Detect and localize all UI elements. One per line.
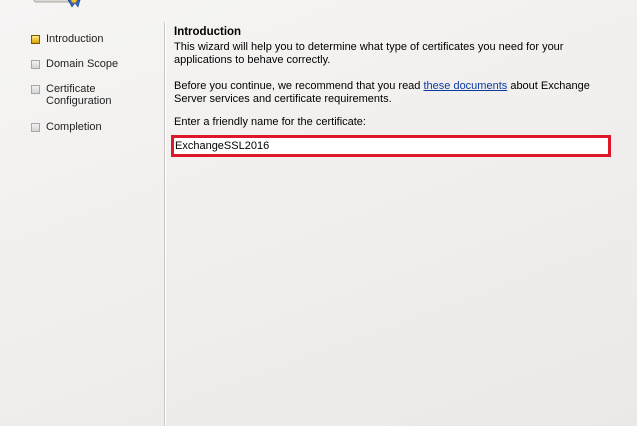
page-title: Introduction [174,26,242,38]
certificate-wizard-icon [33,0,81,8]
pending-step-icon [31,60,40,69]
current-step-icon [31,35,40,44]
step-completion[interactable]: Completion [31,121,146,133]
wizard-content: Introduction This wizard will help you t… [171,26,624,157]
step-label: Domain Scope [46,58,119,70]
wizard-steps-pane: Introduction Domain Scope Certificate Co… [0,22,165,426]
these-documents-link[interactable]: these documents [423,80,507,92]
pending-step-icon [31,85,40,94]
step-label: Completion [46,121,102,133]
friendly-name-input[interactable] [174,138,609,154]
recommendation-before: Before you continue, we recommend that y… [174,80,424,92]
pane-divider [164,22,166,426]
pending-step-icon [31,123,40,132]
step-domain-scope[interactable]: Domain Scope [31,58,146,70]
step-label: Certificate Configuration [46,83,112,107]
step-certificate-configuration[interactable]: Certificate Configuration [31,83,122,107]
friendly-name-highlight [171,135,611,157]
step-label: Introduction [46,33,104,45]
intro-text: This wizard will help you to determine w… [174,41,564,66]
recommendation-text: Before you continue, we recommend that y… [174,80,624,106]
step-introduction[interactable]: Introduction [31,33,146,45]
friendly-name-label: Enter a friendly name for the certificat… [174,116,366,128]
